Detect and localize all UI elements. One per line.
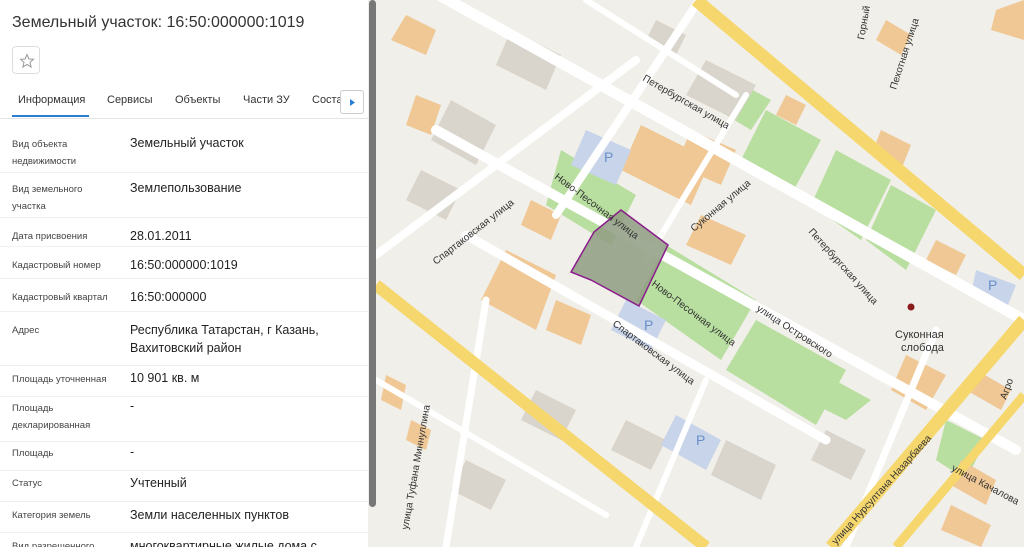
list-item: Вид разрешенного многоквартирные жилые д… [0,533,368,547]
chevron-right-icon [350,99,355,106]
active-tab-indicator [12,115,89,117]
list-item: Площадь уточненная 10 901 кв. м [0,366,368,397]
list-item: Категория земель Земли населенных пункто… [0,502,368,533]
list-item: Площадь декларированная - [0,397,368,442]
tab-parts[interactable]: Части ЗУ [243,94,290,106]
tabs-scroll-right-button[interactable] [340,90,364,114]
row-value: Земли населенных пунктов [130,508,289,522]
row-value: Республика Татарстан, г Казань, Вахитовс… [130,323,319,355]
parking-icon: P [604,149,613,165]
row-label: Вид объекта недвижимости [12,139,77,167]
row-label: Кадастровый номер [12,260,101,271]
poi-label: Суконная слобода [895,329,945,354]
list-item: Адрес Республика Татарстан, г Казань, Ва… [0,312,368,366]
list-item: Кадастровый номер 16:50:000000:1019 [0,247,368,279]
tab-info[interactable]: Информация [18,94,85,106]
tab-composition[interactable]: Соста [312,94,343,106]
row-label: Кадастровый квартал [12,292,108,303]
list-item: Площадь - [0,442,368,471]
parking-icon: P [696,432,705,448]
row-value: 10 901 кв. м [130,371,200,385]
row-label: Статус [12,478,43,489]
map-canvas[interactable]: P P P P Спартаковская улица Ново-Песочна… [376,0,1024,547]
tab-services[interactable]: Сервисы [107,94,153,106]
panel-scrollbar[interactable] [369,0,376,507]
list-item: Статус Учтенный [0,471,368,502]
favorite-button[interactable] [12,46,40,74]
row-label: Площадь уточненная [12,374,107,385]
parking-icon: P [644,317,653,333]
info-panel: Земельный участок: 16:50:000000:1019 Инф… [0,0,368,547]
row-value: 16:50:000000 [130,290,207,304]
page-title: Земельный участок: 16:50:000000:1019 [12,14,305,31]
poi-marker-icon[interactable] [907,303,915,311]
tab-bar: Информация Сервисы Объекты Части ЗУ Сост… [0,88,368,119]
row-label: Вид разрешенного [12,541,95,547]
row-label: Адрес [12,325,40,336]
row-label: Дата присвоения [12,231,88,242]
parking-icon: P [988,277,997,293]
row-value: 28.01.2011 [130,229,192,243]
row-label: Категория земель [12,510,91,521]
row-label: Вид земельного участка [12,184,83,212]
row-value: Земельный участок [130,136,244,150]
row-label: Площадь [12,448,54,459]
row-value: - [130,445,135,459]
map-view[interactable]: P P P P Спартаковская улица Ново-Песочна… [376,0,1024,547]
row-value: Землепользование [130,181,242,195]
row-value: - [130,399,135,413]
row-label: Площадь декларированная [12,403,91,431]
list-item: Кадастровый квартал 16:50:000000 [0,279,368,312]
list-item: Вид объекта недвижимости Земельный участ… [0,128,368,173]
row-value: многоквартирные жилые дома с [130,539,317,547]
list-item: Вид земельного участка Землепользование [0,173,368,218]
star-icon [19,53,35,69]
list-item: Дата присвоения 28.01.2011 [0,218,368,247]
row-value: Учтенный [130,476,187,490]
row-value: 16:50:000000:1019 [130,258,238,272]
tab-objects[interactable]: Объекты [175,94,220,106]
